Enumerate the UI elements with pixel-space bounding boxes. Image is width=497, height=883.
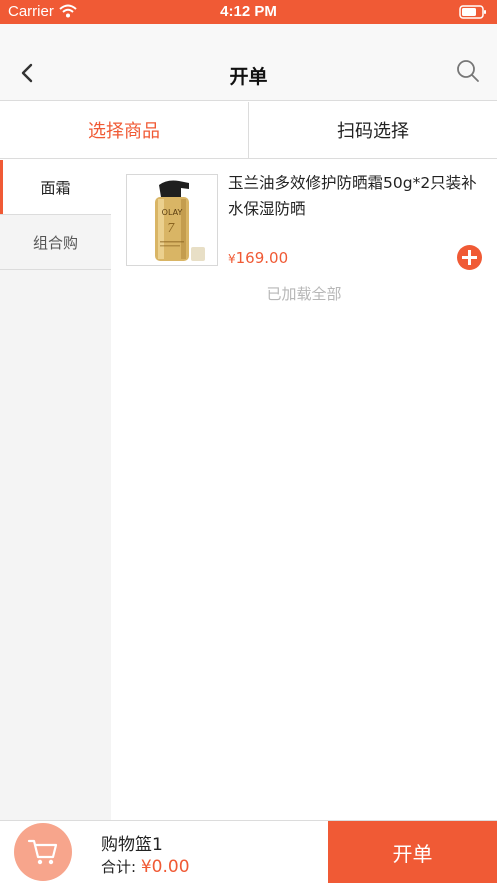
status-time: 4:12 PM xyxy=(220,3,277,20)
product-brand-logo: OLAY xyxy=(162,208,183,217)
screen: Carrier 4:12 PM 开单 选择商品 扫码选择 面霜 组合购 OLAY… xyxy=(0,0,497,883)
cart-total-value: ¥0.00 xyxy=(140,857,190,877)
tab-bar: 选择商品 扫码选择 xyxy=(0,102,497,159)
product-name[interactable]: 玉兰油多效修护防晒霜50g*2只装补水保湿防晒 xyxy=(228,170,488,222)
list-footer-loaded-all: 已加载全部 xyxy=(266,285,342,303)
battery-icon xyxy=(459,5,487,23)
price-currency-symbol: ¥ xyxy=(228,252,236,266)
bottom-cart-bar: 购物篮1 合计: ¥0.00 开单 xyxy=(0,820,497,883)
cart-icon xyxy=(27,839,58,865)
price-value: 169.00 xyxy=(235,249,289,267)
add-to-cart-button[interactable] xyxy=(457,245,482,270)
sidebar-item-face-cream[interactable]: 面霜 xyxy=(0,160,111,215)
search-icon xyxy=(457,60,479,82)
product-price: ¥169.00 xyxy=(228,249,288,267)
checkout-button[interactable]: 开单 xyxy=(328,821,497,883)
cart-total: 合计: ¥0.00 xyxy=(101,856,190,877)
page-title: 开单 xyxy=(229,66,268,88)
tab-scan-select[interactable]: 扫码选择 xyxy=(248,102,497,158)
list-item[interactable]: OLAY 7 玉兰油多效修护防晒霜50g*2只装补水保湿防晒 ¥169.00 xyxy=(111,160,497,272)
cart-total-label: 合计: xyxy=(101,858,137,876)
category-sidebar: 面霜 组合购 xyxy=(0,160,111,820)
cart-button[interactable] xyxy=(14,823,72,881)
product-list: OLAY 7 玉兰油多效修护防晒霜50g*2只装补水保湿防晒 ¥169.00 已… xyxy=(111,160,497,820)
cart-title: 购物篮1 xyxy=(101,835,163,855)
sidebar-item-bundle[interactable]: 组合购 xyxy=(0,215,111,270)
tab-select-products[interactable]: 选择商品 xyxy=(0,102,248,158)
svg-text:7: 7 xyxy=(167,221,175,235)
status-bar: Carrier 4:12 PM xyxy=(0,0,497,24)
product-image: OLAY 7 xyxy=(126,174,218,266)
search-button[interactable] xyxy=(455,58,485,88)
navigation-bar: 开单 xyxy=(0,24,497,101)
